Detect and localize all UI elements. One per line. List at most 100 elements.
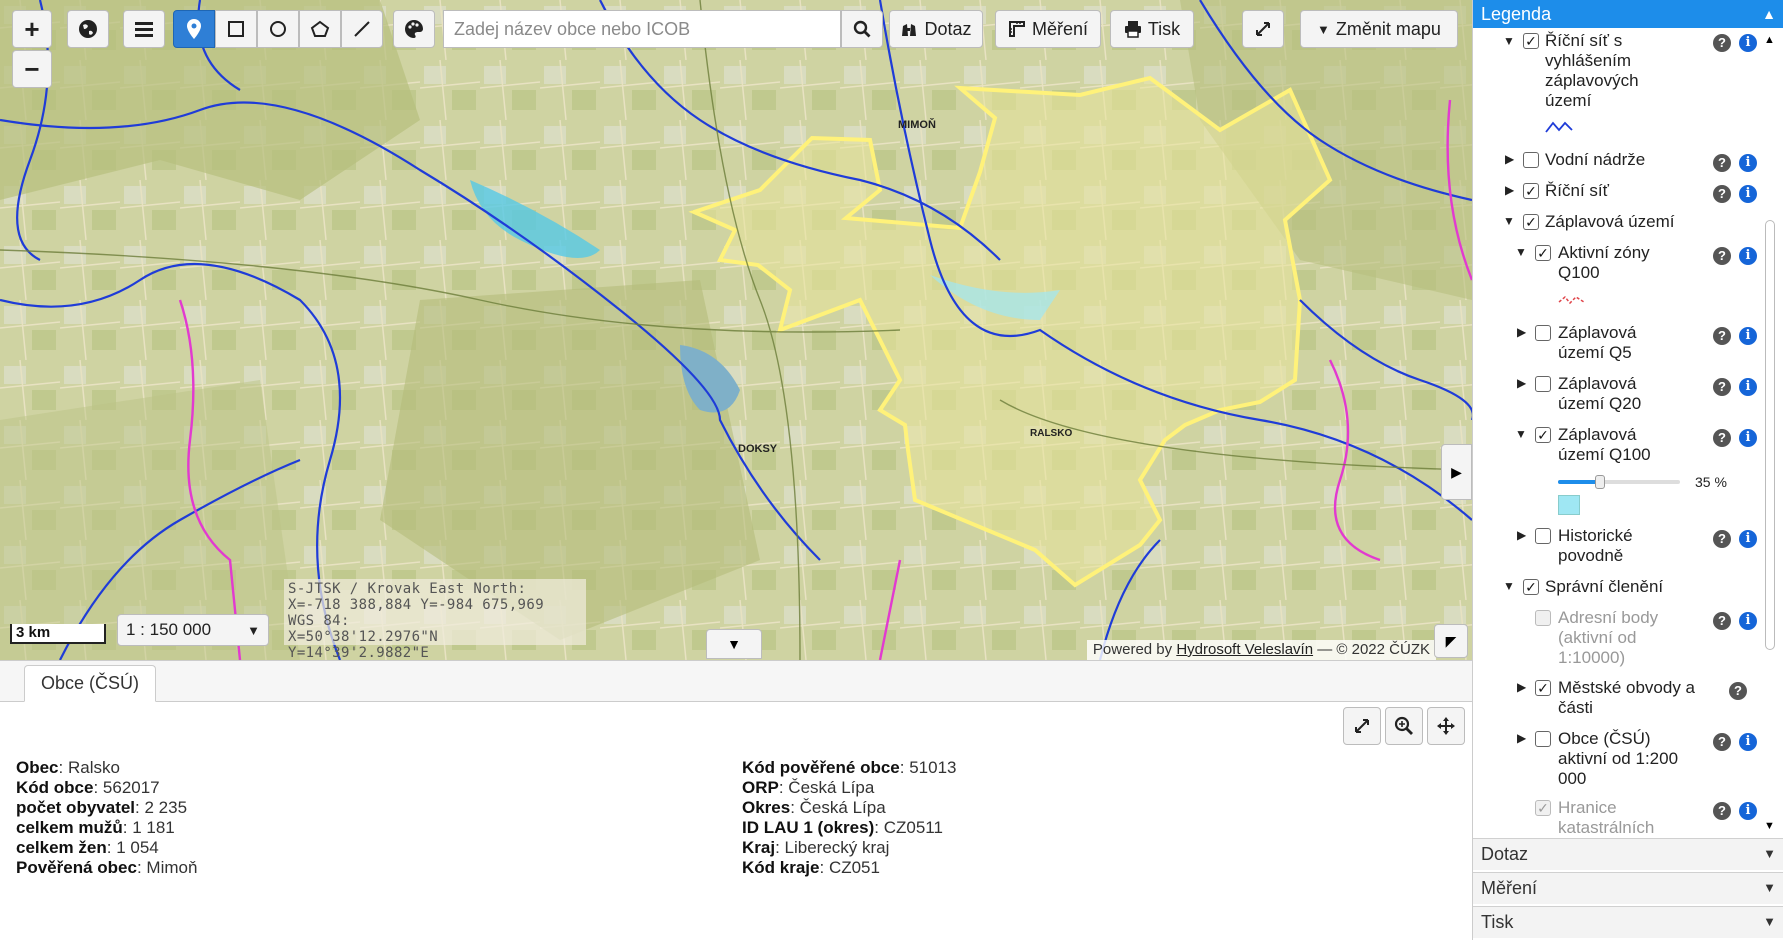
info-icon[interactable]: i xyxy=(1739,612,1757,630)
coordinates-readout: S-JTSK / Krovak East North: X=-718 388,8… xyxy=(284,579,586,660)
fullscreen-button[interactable] xyxy=(1242,10,1284,48)
info-row: Okres: Česká Lípa xyxy=(742,798,886,817)
expand-arrow-icon[interactable]: ▶ xyxy=(1517,325,1526,339)
info-icon[interactable]: i xyxy=(1739,154,1757,172)
zoom-to-feature-button[interactable] xyxy=(1385,707,1423,745)
zoom-out-button[interactable]: − xyxy=(12,50,52,88)
info-icon[interactable]: i xyxy=(1739,378,1757,396)
map-canvas[interactable]: MIMOŇ DOKSY RALSKO xyxy=(0,0,1472,660)
layer-admin-label: Správní členění xyxy=(1545,577,1664,596)
globe-button[interactable] xyxy=(67,10,109,48)
printer-icon xyxy=(1124,21,1141,38)
help-icon[interactable]: ? xyxy=(1713,429,1731,447)
search-input[interactable] xyxy=(443,10,841,48)
help-icon[interactable]: ? xyxy=(1713,34,1731,52)
coords-sjtsk: X=-718 388,884 Y=-984 675,969 xyxy=(288,597,545,613)
info-icon[interactable]: i xyxy=(1739,327,1757,345)
caret-down-icon: ▼ xyxy=(1763,914,1776,929)
info-icon[interactable]: i xyxy=(1739,429,1757,447)
layer-checkbox[interactable] xyxy=(1535,528,1551,544)
accordion-query[interactable]: Dotaz ▼ xyxy=(1473,838,1783,870)
pan-to-feature-button[interactable] xyxy=(1427,707,1465,745)
help-icon[interactable]: ? xyxy=(1713,733,1731,751)
scroll-up-icon[interactable]: ▲ xyxy=(1764,34,1775,46)
layer-municipalities-label: Obce (ČSÚ) aktivní od 1:200 000 xyxy=(1558,729,1679,788)
zoom-in-button[interactable]: + xyxy=(12,10,52,48)
results-panel: Obce (ČSÚ) Obec: Ralsko Kód obce: 562017… xyxy=(0,660,1472,941)
info-icon[interactable]: i xyxy=(1739,34,1757,52)
draw-circle-button[interactable] xyxy=(257,10,299,48)
accordion-measure[interactable]: Měření ▼ xyxy=(1473,872,1783,904)
layer-checkbox[interactable]: ✓ xyxy=(1523,579,1539,595)
layer-checkbox[interactable] xyxy=(1535,325,1551,341)
layer-checkbox[interactable]: ✓ xyxy=(1535,680,1551,696)
scale-select[interactable]: 1 : 150 000 ▼ xyxy=(117,614,269,646)
opacity-slider[interactable] xyxy=(1558,475,1680,489)
overview-map-button[interactable]: ◤ xyxy=(1434,624,1468,658)
map-view[interactable]: MIMOŇ DOKSY RALSKO + − Dotaz M xyxy=(0,0,1472,660)
help-icon[interactable]: ? xyxy=(1713,154,1731,172)
attribution-link[interactable]: Hydrosoft Veleslavín xyxy=(1176,641,1313,658)
info-icon[interactable]: i xyxy=(1739,802,1757,820)
layer-checkbox[interactable]: ✓ xyxy=(1535,427,1551,443)
expand-arrow-icon[interactable]: ▶ xyxy=(1505,183,1514,197)
layer-checkbox[interactable]: ✓ xyxy=(1523,183,1539,199)
scroll-down-icon[interactable]: ▼ xyxy=(1764,820,1775,832)
opacity-slider-handle[interactable] xyxy=(1595,475,1605,489)
help-icon[interactable]: ? xyxy=(1713,247,1731,265)
layer-checkbox[interactable]: ✓ xyxy=(1523,33,1539,49)
layer-checkbox[interactable]: ✓ xyxy=(1535,245,1551,261)
expand-arrow-icon[interactable]: ▼ xyxy=(1515,427,1527,441)
layer-checkbox[interactable] xyxy=(1535,376,1551,392)
help-icon[interactable]: ? xyxy=(1713,185,1731,203)
expand-arrow-icon[interactable]: ▼ xyxy=(1503,214,1515,228)
layers-menu-button[interactable] xyxy=(123,10,165,48)
help-icon[interactable]: ? xyxy=(1713,612,1731,630)
caret-down-icon: ▼ xyxy=(1763,846,1776,861)
info-icon[interactable]: i xyxy=(1739,733,1757,751)
help-icon[interactable]: ? xyxy=(1729,682,1747,700)
panel-expand-button[interactable] xyxy=(1343,707,1381,745)
map-marker-icon xyxy=(187,19,201,39)
scrollbar-thumb[interactable] xyxy=(1765,220,1775,650)
draw-rectangle-button[interactable] xyxy=(215,10,257,48)
accordion-print[interactable]: Tisk ▼ xyxy=(1473,906,1783,938)
expand-arrow-icon[interactable]: ▶ xyxy=(1517,680,1526,694)
info-icon[interactable]: i xyxy=(1739,247,1757,265)
expand-arrow-icon[interactable]: ▼ xyxy=(1515,245,1527,259)
expand-arrow-icon[interactable]: ▶ xyxy=(1517,731,1526,745)
change-map-button[interactable]: ▼ Změnit mapu xyxy=(1300,10,1458,48)
info-icon[interactable]: i xyxy=(1739,185,1757,203)
draw-line-button[interactable] xyxy=(341,10,383,48)
style-button[interactable] xyxy=(393,10,435,48)
help-icon[interactable]: ? xyxy=(1713,802,1731,820)
legend-collapse-button[interactable]: ▶ xyxy=(1441,444,1472,500)
layer-checkbox[interactable] xyxy=(1535,731,1551,747)
expand-arrow-icon[interactable]: ▶ xyxy=(1505,152,1514,166)
caret-down-icon: ▼ xyxy=(1317,21,1330,37)
expand-arrow-icon[interactable]: ▼ xyxy=(1503,34,1515,48)
legend-header[interactable]: Legenda ▲ xyxy=(1473,0,1783,28)
legend-scrollbar[interactable]: ▲ ▼ xyxy=(1761,30,1779,836)
help-icon[interactable]: ? xyxy=(1713,327,1731,345)
print-button[interactable]: Tisk xyxy=(1110,10,1194,48)
measure-button[interactable]: Měření xyxy=(995,10,1101,48)
query-button[interactable]: Dotaz xyxy=(889,10,983,48)
info-row: ID LAU 1 (okres): CZ0511 xyxy=(742,818,943,837)
expand-arrow-icon[interactable]: ▶ xyxy=(1517,376,1526,390)
info-icon[interactable]: i xyxy=(1739,530,1757,548)
expand-arrow-icon[interactable]: ▼ xyxy=(1503,579,1515,593)
tab-obce[interactable]: Obce (ČSÚ) xyxy=(24,665,157,702)
expand-arrow-icon[interactable]: ▶ xyxy=(1517,528,1526,542)
legend-scroll[interactable]: ▼ ✓ Říční síť s vyhlášením záplavových ú… xyxy=(1473,28,1783,838)
layer-checkbox[interactable] xyxy=(1523,152,1539,168)
ruler-icon xyxy=(1008,21,1025,37)
draw-polygon-button[interactable] xyxy=(299,10,341,48)
search-button[interactable] xyxy=(841,10,883,48)
panel-collapse-button[interactable]: ▼ xyxy=(706,629,762,659)
scale-select-value: 1 : 150 000 xyxy=(126,620,212,639)
draw-point-button[interactable] xyxy=(173,10,215,48)
layer-checkbox[interactable]: ✓ xyxy=(1523,214,1539,230)
help-icon[interactable]: ? xyxy=(1713,530,1731,548)
help-icon[interactable]: ? xyxy=(1713,378,1731,396)
